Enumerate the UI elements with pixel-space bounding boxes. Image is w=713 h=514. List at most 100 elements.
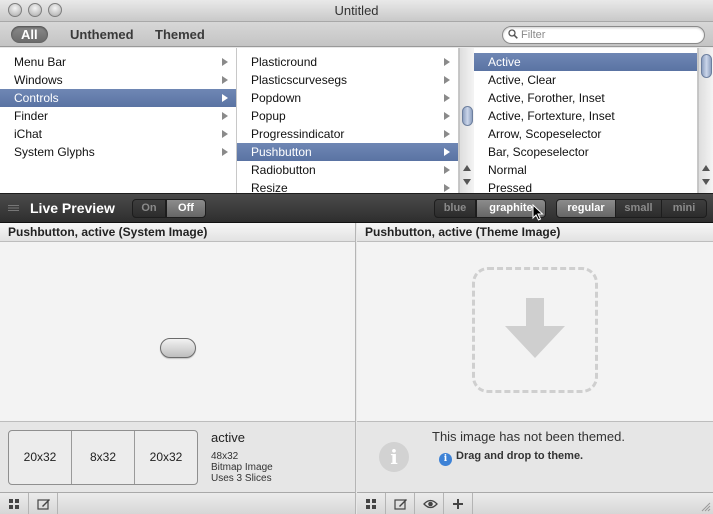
list-item[interactable]: Arrow, Scopeselector [474, 125, 697, 143]
live-preview-on-button[interactable]: On [132, 199, 166, 218]
column-browser: Menu Bar Windows Controls Finder iChat S… [0, 48, 713, 193]
theme-status-area: i This image has not been themed. i Drag … [357, 422, 713, 492]
list-item[interactable]: Menu Bar [0, 53, 236, 71]
system-image-canvas [0, 242, 355, 422]
state-column-scrollbar[interactable] [698, 48, 713, 193]
filter-input[interactable] [521, 28, 701, 42]
image-slice-count: Uses 3 Slices [211, 473, 272, 484]
scroll-up-icon[interactable] [702, 165, 710, 171]
download-arrow-icon [505, 298, 565, 358]
search-icon [508, 29, 518, 39]
toolbar: All Unthemed Themed [0, 22, 713, 47]
theme-image-panel: Pushbutton, active (Theme Image) i This … [357, 223, 713, 514]
list-item[interactable]: Bar, Scopeselector [474, 143, 697, 161]
scroll-down-icon[interactable] [463, 179, 471, 185]
not-themed-message: This image has not been themed. [432, 429, 625, 444]
size-small-button[interactable]: small [616, 199, 662, 218]
minimize-window-button[interactable] [28, 3, 42, 17]
chevron-right-icon [222, 148, 228, 156]
edit-icon [394, 499, 407, 510]
list-item[interactable]: Active, Clear [474, 71, 697, 89]
mouse-cursor-icon [532, 204, 544, 221]
info-icon: i [379, 442, 409, 472]
eye-icon [423, 499, 438, 509]
list-item[interactable]: Popdown [237, 89, 458, 107]
list-item[interactable]: Windows [0, 71, 236, 89]
scroll-thumb[interactable] [462, 106, 473, 126]
list-item[interactable]: Plasticscurvesegs [237, 71, 458, 89]
filter-themed-segment[interactable]: Themed [145, 26, 215, 43]
left-bottom-bar [0, 492, 355, 514]
edit-icon [37, 499, 50, 510]
chevron-right-icon [444, 184, 450, 192]
plus-icon [453, 499, 463, 509]
chevron-right-icon [444, 58, 450, 66]
filter-field[interactable] [502, 26, 705, 44]
grid-view-button[interactable] [0, 493, 29, 514]
control-column: Plasticround Plasticscurvesegs Popdown P… [237, 48, 459, 193]
theme-image-canvas [357, 242, 713, 422]
add-button[interactable] [444, 493, 473, 514]
chevron-right-icon [444, 148, 450, 156]
chevron-right-icon [222, 112, 228, 120]
chevron-right-icon [222, 58, 228, 66]
filter-unthemed-segment[interactable]: Unthemed [60, 26, 144, 43]
list-item[interactable]: Radiobutton [237, 161, 458, 179]
grid-icon [366, 499, 376, 509]
list-item[interactable]: Pressed [474, 179, 697, 193]
list-item-selected[interactable]: Pushbutton [237, 143, 458, 161]
info-badge-icon: i [439, 453, 452, 466]
category-column: Menu Bar Windows Controls Finder iChat S… [0, 48, 237, 193]
control-column-scrollbar[interactable] [459, 48, 474, 193]
chevron-right-icon [444, 130, 450, 138]
window-title: Untitled [334, 3, 379, 18]
close-window-button[interactable] [8, 3, 22, 17]
drag-hint: i Drag and drop to theme. [439, 450, 583, 466]
list-item[interactable]: Normal [474, 161, 697, 179]
scroll-up-icon[interactable] [463, 165, 471, 171]
list-item[interactable]: System Glyphs [0, 143, 236, 161]
list-item-selected[interactable]: Active [474, 53, 697, 71]
theme-image-title: Pushbutton, active (Theme Image) [357, 223, 713, 242]
live-preview-title: Live Preview [30, 200, 115, 216]
list-item[interactable]: Plasticround [237, 53, 458, 71]
title-bar: Untitled [0, 0, 713, 22]
image-name: active [211, 430, 245, 445]
scroll-down-icon[interactable] [702, 179, 710, 185]
list-item[interactable]: Active, Fortexture, Inset [474, 107, 697, 125]
list-item[interactable]: Progressindicator [237, 125, 458, 143]
list-item[interactable]: Resize [237, 179, 458, 193]
chevron-right-icon [444, 112, 450, 120]
edit-button[interactable] [29, 493, 58, 514]
list-item[interactable]: Active, Forother, Inset [474, 89, 697, 107]
grid-view-button[interactable] [357, 493, 386, 514]
list-item[interactable]: iChat [0, 125, 236, 143]
resize-grip-icon[interactable] [700, 501, 711, 512]
drag-handle-icon[interactable] [8, 205, 19, 211]
scroll-thumb[interactable] [701, 54, 712, 78]
live-preview-bar: Live Preview On Off blue graphite regula… [0, 193, 713, 223]
chevron-right-icon [222, 130, 228, 138]
zoom-window-button[interactable] [48, 3, 62, 17]
pushbutton-preview [160, 338, 196, 358]
chevron-right-icon [222, 76, 228, 84]
image-dimensions: 48x32 [211, 451, 239, 462]
grid-icon [9, 499, 19, 509]
state-column: Active Active, Clear Active, Forother, I… [474, 48, 698, 193]
slice-cell: 20x32 [9, 431, 72, 484]
drop-target[interactable] [472, 267, 598, 393]
size-mini-button[interactable]: mini [662, 199, 707, 218]
right-bottom-bar [357, 492, 713, 514]
color-blue-button[interactable]: blue [434, 199, 476, 218]
system-image-title: Pushbutton, active (System Image) [0, 223, 355, 242]
preview-button[interactable] [415, 493, 444, 514]
filter-all-segment[interactable]: All [11, 26, 48, 43]
live-preview-off-button[interactable]: Off [166, 199, 206, 218]
chevron-right-icon [222, 94, 228, 102]
list-item[interactable]: Popup [237, 107, 458, 125]
list-item-selected[interactable]: Controls [0, 89, 236, 107]
edit-button[interactable] [386, 493, 415, 514]
slice-cell: 20x32 [149, 450, 183, 464]
list-item[interactable]: Finder [0, 107, 236, 125]
size-regular-button[interactable]: regular [556, 199, 616, 218]
